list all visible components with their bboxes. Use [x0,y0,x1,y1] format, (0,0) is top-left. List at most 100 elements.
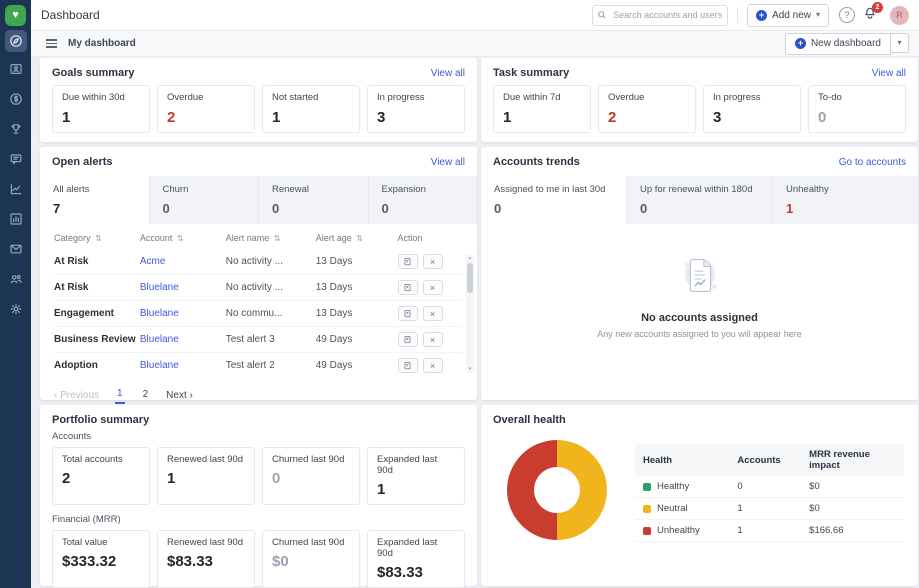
chevron-down-icon: ▾ [897,39,901,47]
dashboard-content: Goals summary View all Due within 30d1 O… [31,57,919,588]
section-label-accounts: Accounts [52,431,465,442]
sidebar-item-goals[interactable] [0,116,31,146]
dismiss-alert-button[interactable]: × [423,358,443,373]
search-input[interactable] [611,9,727,21]
people-icon [9,272,23,291]
sidebar: ♥ [0,0,31,588]
tab-expansion[interactable]: Expansion0 [368,176,478,224]
account-card-icon [9,62,23,81]
scrollbar-thumb[interactable] [467,263,473,293]
tab-renewal[interactable]: Renewal0 [258,176,368,224]
sidebar-item-reports[interactable] [0,206,31,236]
column-account[interactable]: Account ⇅ [140,228,226,249]
account-link[interactable]: Bluelane [140,282,179,293]
avatar[interactable]: R [890,6,909,25]
dismiss-alert-button[interactable]: × [423,254,443,269]
close-icon: × [430,309,435,319]
sidebar-item-settings[interactable] [0,296,31,326]
tab-renewal-180d[interactable]: Up for renewal within 180d0 [626,176,772,224]
task-summary-panel: Task summary View all Due within 7d1 Ove… [481,58,918,142]
neutral-swatch [643,505,651,513]
table-scrollbar[interactable]: ▴ ▾ [466,255,474,373]
create-task-button[interactable] [398,280,418,295]
chevron-right-icon: › [190,390,193,401]
sidebar-item-dashboard[interactable] [0,26,31,56]
empty-state: No accounts assigned Any new accounts as… [481,250,918,339]
account-link[interactable]: Bluelane [140,308,179,319]
stat-card: Renewed last 90d1 [157,447,255,505]
new-dashboard-menu-button[interactable]: ▾ [891,33,909,53]
create-task-button[interactable] [398,306,418,321]
table-row: Business Review Bluelane Test alert 3 49… [54,327,463,353]
stat-card: Total accounts2 [52,447,150,505]
sort-icon: ⇅ [274,234,281,243]
app-logo[interactable]: ♥ [5,5,26,26]
create-task-button[interactable] [398,358,418,373]
close-icon: × [430,361,435,371]
alerts-tab-strip: All alerts7 Churn0 Renewal0 Expansion0 [40,176,477,224]
add-new-button[interactable]: + Add new ▾ [747,4,829,27]
create-task-button[interactable] [398,254,418,269]
dismiss-alert-button[interactable]: × [423,332,443,347]
column-alert-name[interactable]: Alert name ⇅ [226,228,316,249]
dashboard-icon [5,30,27,52]
header-divider [737,7,738,23]
dashboard-toolbar: My dashboard + New dashboard ▾ [31,31,919,57]
sidebar-item-accounts[interactable] [0,56,31,86]
envelope-icon [9,242,23,261]
health-table-row: Healthy 0 $0 [635,476,904,498]
gear-icon [9,302,23,321]
tab-unhealthy[interactable]: Unhealthy1 [772,176,918,224]
account-link[interactable]: Bluelane [140,360,179,371]
unhealthy-swatch [643,527,651,535]
panel-title: Overall health [493,414,566,426]
create-task-button[interactable] [398,332,418,347]
alerts-view-all-link[interactable]: View all [431,157,465,168]
app-window: ♥ Dashboard + Add new ▾ ? 2 R [0,0,919,588]
alerts-table: Category ⇅ Account ⇅ Alert name ⇅ Alert … [54,228,463,378]
sidebar-item-trends[interactable] [0,176,31,206]
notifications-button[interactable]: 2 [863,6,877,25]
new-dashboard-button[interactable]: + New dashboard [785,33,891,55]
empty-state-subtitle: Any new accounts assigned to you will ap… [597,329,802,339]
donut-hole [534,467,580,513]
line-chart-icon [9,182,23,201]
table-row: At Risk Bluelane No activity ... 13 Days… [54,275,463,301]
dismiss-alert-button[interactable]: × [423,280,443,295]
goals-summary-panel: Goals summary View all Due within 30d1 O… [40,58,477,142]
account-link[interactable]: Bluelane [140,334,179,345]
goals-view-all-link[interactable]: View all [431,68,465,79]
sidebar-item-conversations[interactable] [0,146,31,176]
current-dashboard-label: My dashboard [68,38,136,49]
close-icon: × [430,257,435,267]
sidebar-item-revenue[interactable] [0,86,31,116]
menu-icon[interactable] [46,39,57,47]
page-2-button[interactable]: 2 [141,388,151,403]
stat-card: In progress3 [703,85,801,133]
tasks-view-all-link[interactable]: View all [872,68,906,79]
column-category[interactable]: Category ⇅ [54,228,140,249]
table-row: Adoption Bluelane Test alert 2 49 Days × [54,353,463,378]
page-1-button[interactable]: 1 [115,387,125,404]
tab-assigned-30d[interactable]: Assigned to me in last 30d0 [481,176,626,224]
notification-badge: 2 [872,2,883,13]
tab-churn[interactable]: Churn0 [149,176,259,224]
table-row: At Risk Acme No activity ... 13 Days × [54,249,463,275]
sidebar-item-email[interactable] [0,236,31,266]
tab-all-alerts[interactable]: All alerts7 [40,176,149,224]
help-button[interactable]: ? [839,7,855,23]
panel-title: Task summary [493,67,569,79]
health-table-row: Neutral 1 $0 [635,498,904,520]
stat-card: Expanded last 90d$83.33 [367,530,465,588]
trends-tab-strip: Assigned to me in last 30d0 Up for renew… [481,176,918,224]
chevron-down-icon: ▾ [816,11,820,19]
sidebar-item-team[interactable] [0,266,31,296]
stat-card: Renewed last 90d$83.33 [157,530,255,588]
column-alert-age[interactable]: Alert age ⇅ [316,228,398,249]
next-page-button[interactable]: Next › [166,390,193,401]
previous-page-button[interactable]: ‹ Previous [54,390,99,401]
go-to-accounts-link[interactable]: Go to accounts [839,157,906,168]
dismiss-alert-button[interactable]: × [423,306,443,321]
stat-card: Churned last 90d0 [262,447,360,505]
account-link[interactable]: Acme [140,256,166,267]
